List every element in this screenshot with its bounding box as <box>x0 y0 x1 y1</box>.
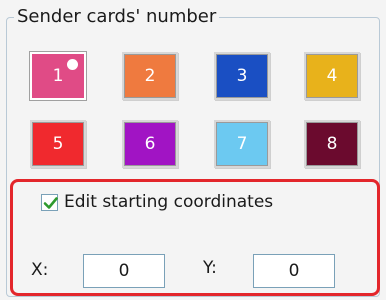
card-button-2[interactable]: 2 <box>122 52 178 100</box>
card-button-7[interactable]: 7 <box>214 120 270 168</box>
card-label: 4 <box>326 66 338 86</box>
card-label: 1 <box>52 66 64 86</box>
edit-coordinates-label: Edit starting coordinates <box>64 192 274 212</box>
selected-dot-icon <box>67 59 78 70</box>
card-label: 6 <box>144 134 156 154</box>
y-coordinate-input[interactable] <box>253 254 335 288</box>
y-label: Y: <box>203 258 217 278</box>
card-button-5[interactable]: 5 <box>30 120 86 168</box>
card-label: 2 <box>144 66 156 86</box>
edit-coordinates-checkbox[interactable] <box>41 193 58 211</box>
card-label: 8 <box>326 134 338 154</box>
edit-coordinates-checkbox-row[interactable]: Edit starting coordinates <box>41 192 273 212</box>
coordinates-highlight-frame: Edit starting coordinates X: Y: <box>10 179 380 296</box>
card-button-8[interactable]: 8 <box>304 120 360 168</box>
x-label: X: <box>31 260 49 280</box>
card-label: 7 <box>236 134 248 154</box>
card-button-6[interactable]: 6 <box>122 120 178 168</box>
card-label: 5 <box>52 134 64 154</box>
x-coordinate-input[interactable] <box>83 254 165 288</box>
card-button-3[interactable]: 3 <box>214 52 270 100</box>
card-button-1[interactable]: 1 <box>30 52 86 100</box>
checkmark-icon <box>43 196 58 209</box>
group-title: Sender cards' number <box>14 6 220 28</box>
card-button-4[interactable]: 4 <box>304 52 360 100</box>
card-label: 3 <box>236 66 248 86</box>
